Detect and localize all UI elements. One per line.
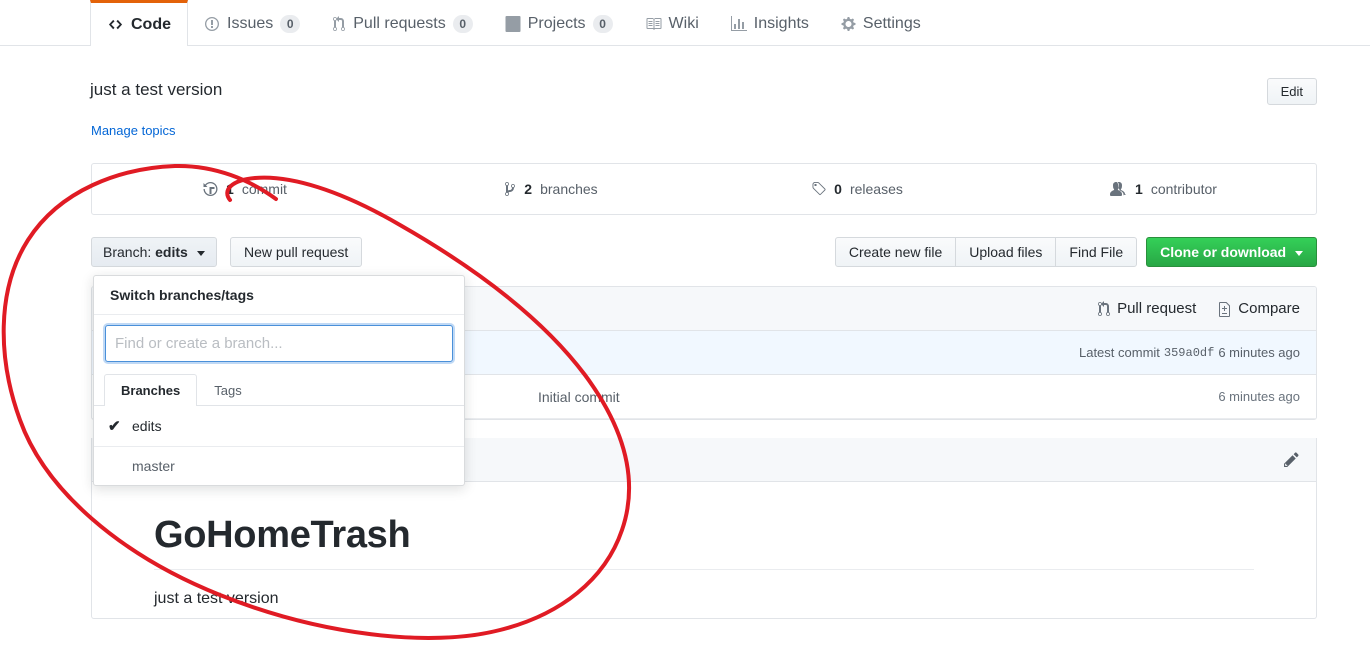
compare-link-label: Compare [1238, 300, 1300, 317]
branch-dropdown: Switch branches/tags Branches Tags ✔ edi… [93, 275, 465, 486]
find-file-button[interactable]: Find File [1056, 238, 1136, 266]
repository-stats-bar: 1 commit 2 branches 0 releases 1 contrib… [91, 163, 1317, 215]
stat-releases-label: releases [849, 181, 903, 197]
tab-tags[interactable]: Tags [197, 374, 258, 406]
tab-wiki[interactable]: Wiki [629, 0, 715, 45]
git-pull-request-icon [332, 16, 346, 32]
chevron-down-icon [1295, 250, 1303, 256]
branch-item-label: master [132, 458, 175, 474]
stat-releases-count: 0 [834, 181, 842, 197]
check-icon: ✔ [108, 418, 121, 435]
project-board-icon [505, 16, 521, 32]
tab-insights[interactable]: Insights [715, 0, 825, 45]
file-diff-icon [1218, 301, 1232, 317]
repository-description: just a test version [90, 80, 223, 99]
tab-issues-label: Issues [227, 15, 274, 32]
clone-or-download-button[interactable]: Clone or download [1146, 237, 1317, 267]
tab-code-label: Code [131, 15, 171, 33]
stat-commits[interactable]: 1 commit [92, 164, 398, 214]
left-gutter [0, 46, 50, 658]
stat-contributors-count: 1 [1135, 181, 1143, 197]
git-branch-icon [504, 181, 516, 197]
readme-paragraph: just a test version [154, 590, 279, 607]
tab-code[interactable]: Code [90, 0, 188, 46]
stat-commits-count: 1 [226, 181, 234, 197]
git-pull-request-icon [1097, 300, 1111, 317]
issues-counter: 0 [280, 15, 301, 33]
stat-branches[interactable]: 2 branches [398, 164, 704, 214]
latest-commit-prefix: Latest commit [1078, 345, 1160, 360]
tab-projects-label: Projects [527, 15, 586, 32]
repository-page: Code Issues 0 Pull requests 0 Projects 0… [0, 0, 1370, 658]
tab-wiki-label: Wiki [668, 15, 699, 32]
stat-contributors-label: contributor [1150, 181, 1217, 197]
new-pull-request-button[interactable]: New pull request [230, 237, 363, 267]
file-commit-time: 6 minutes ago [1218, 389, 1300, 404]
people-icon [1109, 181, 1127, 197]
graph-icon [730, 16, 747, 32]
edit-button[interactable]: Edit [1266, 78, 1317, 105]
branch-selector-button[interactable]: Branch: edits [91, 237, 217, 267]
pull-request-link-label: Pull request [1117, 300, 1197, 317]
tab-settings-label: Settings [862, 15, 921, 32]
repository-file-actions: Create new file Upload files Find File C… [834, 237, 1317, 267]
branch-item-master[interactable]: master [94, 447, 464, 485]
tab-projects[interactable]: Projects 0 [489, 0, 629, 45]
chevron-down-icon [196, 250, 205, 256]
branch-dropdown-title: Switch branches/tags [94, 276, 464, 315]
tab-settings[interactable]: Settings [825, 0, 937, 45]
create-new-file-button[interactable]: Create new file [836, 238, 957, 266]
pencil-icon[interactable] [1283, 451, 1300, 468]
stat-branches-count: 2 [524, 181, 533, 197]
branch-dropdown-tabs: Branches Tags [94, 374, 464, 406]
gear-icon [841, 16, 856, 32]
book-icon [645, 16, 662, 32]
repository-nav-tabs: Code Issues 0 Pull requests 0 Projects 0… [90, 0, 937, 46]
tab-pull-requests[interactable]: Pull requests 0 [316, 0, 489, 45]
repository-nav: Code Issues 0 Pull requests 0 Projects 0… [0, 0, 1370, 46]
branch-item-edits[interactable]: ✔ edits [94, 406, 464, 447]
projects-counter: 0 [592, 15, 613, 33]
branch-current-label: edits [155, 244, 188, 260]
file-action-group: Create new file Upload files Find File [834, 237, 1138, 267]
clone-or-download-label: Clone or download [1160, 244, 1287, 260]
readme-title: GoHomeTrash [154, 514, 1254, 570]
stat-branches-label: branches [540, 181, 598, 197]
history-icon [203, 181, 218, 197]
upload-files-button[interactable]: Upload files [956, 238, 1057, 266]
branch-item-label: edits [132, 418, 162, 434]
latest-commit-time: 6 minutes ago [1218, 345, 1300, 360]
tab-branches[interactable]: Branches [104, 374, 198, 406]
tab-pull-requests-label: Pull requests [353, 15, 446, 32]
readme-body: GoHomeTrash just a test version [92, 482, 1316, 618]
branch-search-wrapper [94, 315, 464, 374]
branch-search-input[interactable] [105, 325, 453, 362]
code-icon [107, 17, 124, 32]
compare-link[interactable]: Compare [1218, 300, 1300, 317]
pull-request-link[interactable]: Pull request [1097, 300, 1196, 317]
branch-prefix-label: Branch: [103, 244, 152, 260]
manage-topics-link[interactable]: Manage topics [91, 123, 176, 138]
latest-commit-sha[interactable]: 359a0df [1164, 346, 1214, 360]
issue-opened-icon [204, 16, 220, 32]
pull-requests-counter: 0 [452, 15, 473, 33]
tab-issues[interactable]: Issues 0 [188, 0, 316, 45]
stat-contributors[interactable]: 1 contributor [1010, 164, 1316, 214]
tag-icon [811, 181, 826, 197]
tab-insights-label: Insights [753, 15, 809, 32]
file-commit-message[interactable]: Initial commit [538, 389, 1218, 405]
stat-commits-label: commit [241, 181, 287, 197]
stat-releases[interactable]: 0 releases [704, 164, 1010, 214]
